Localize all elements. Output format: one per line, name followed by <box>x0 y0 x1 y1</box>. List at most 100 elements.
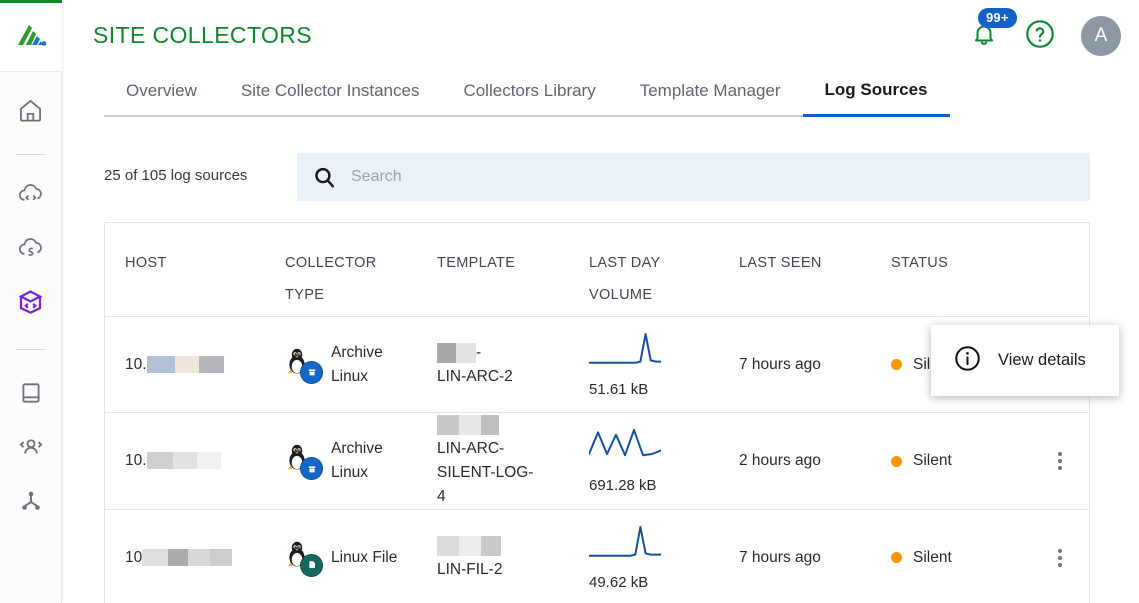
search-bar[interactable] <box>297 153 1090 201</box>
table-row[interactable]: 10. Archive Linux 1PL-LIN-ARC-SILENT-LOG-4… <box>105 413 1089 510</box>
table-row[interactable]: 10 Linux File PL-LIN-FIL-2 49.62 kB 7 hours … <box>105 510 1089 603</box>
status-badge-dot <box>891 455 902 467</box>
last-seen-value: 7 hours ago <box>739 355 821 373</box>
home-icon <box>17 97 44 129</box>
table-header-row: HOST COLLECTOR TYPE TEMPLATE LAST DAY VO… <box>105 223 1089 317</box>
sidebar-item-library[interactable] <box>0 368 62 422</box>
redacted-text <box>146 452 221 470</box>
kebab-menu-icon[interactable] <box>1052 446 1068 476</box>
cell-collector-type: Archive Linux <box>277 341 429 389</box>
collector-type-badge-icon <box>300 457 323 480</box>
linux-penguin-icon <box>285 346 323 384</box>
cell-host: 10. <box>105 353 277 377</box>
cell-last-seen: 7 hours ago <box>731 546 883 570</box>
cell-last-seen: 2 hours ago <box>731 449 883 473</box>
redacted-text <box>142 548 233 566</box>
help-circle-icon <box>1025 19 1055 54</box>
column-header-status[interactable]: STATUS <box>883 223 1031 279</box>
tab-log-sources[interactable]: Log Sources <box>802 80 950 117</box>
collector-type-label: Archive Linux <box>331 343 383 385</box>
kebab-menu-icon[interactable] <box>1052 543 1068 573</box>
cell-collector-type: Archive Linux <box>277 437 429 485</box>
collector-type-badge-icon <box>300 553 323 577</box>
host-value: 10. <box>125 452 147 469</box>
collector-type-badge-icon <box>300 360 323 384</box>
tab-bar: Overview Site Collector Instances Collec… <box>104 80 1090 117</box>
cell-actions <box>1031 446 1089 476</box>
column-header-last-seen[interactable]: LAST SEEN <box>731 223 883 279</box>
column-header-collector-type[interactable]: COLLECTOR TYPE <box>277 223 429 311</box>
rail-divider-1 <box>15 154 46 155</box>
status-badge-dot <box>891 552 902 563</box>
context-menu-item-view-details[interactable]: View details <box>998 351 1086 370</box>
user-code-icon <box>17 433 45 466</box>
linux-penguin-icon <box>285 442 323 480</box>
notification-badge: 99+ <box>978 8 1017 28</box>
redacted-text <box>437 342 476 363</box>
sitemap-icon <box>18 488 44 519</box>
cell-status: Silent <box>883 546 1031 570</box>
rail-accent-bar <box>0 0 62 3</box>
redacted-text <box>437 535 501 556</box>
last-seen-value: 2 hours ago <box>739 452 821 469</box>
redacted-text <box>437 415 499 435</box>
app-window: SITE COLLECTORS 99+ A Overview Site Coll… <box>0 0 1139 603</box>
tab-overview[interactable]: Overview <box>104 81 219 117</box>
volume-sparkline <box>588 525 662 569</box>
column-header-host[interactable]: HOST <box>105 223 277 279</box>
sidebar-item-home[interactable] <box>0 86 62 140</box>
log-sources-table: HOST COLLECTOR TYPE TEMPLATE LAST DAY VO… <box>104 222 1090 603</box>
tab-label: Collectors Library <box>463 81 596 100</box>
tab-label: Log Sources <box>824 80 928 99</box>
log-source-count: 25 of 105 log sources <box>104 167 248 184</box>
header-actions: 99+ A <box>969 8 1121 56</box>
status-badge-dot <box>891 359 902 370</box>
linux-penguin-icon <box>285 539 323 577</box>
help-button[interactable] <box>1025 19 1055 54</box>
cell-template: 1PL-LIN-ARC-SILENT-LOG-4 <box>429 413 581 509</box>
column-header-actions <box>1031 223 1089 247</box>
host-value: 10. <box>125 355 147 373</box>
last-seen-value: 7 hours ago <box>739 548 821 566</box>
sidebar-item-topology[interactable] <box>0 476 62 530</box>
volume-label: 49.62 kB <box>589 573 649 591</box>
cell-actions <box>1031 543 1089 573</box>
book-icon <box>18 380 44 411</box>
cell-template: PL-LIN-FIL-2 <box>429 534 581 582</box>
column-header-last-day-volume[interactable]: LAST DAY VOLUME <box>581 223 731 311</box>
volume-sparkline <box>588 429 662 472</box>
cell-last-day-volume: 49.62 kB <box>581 525 731 591</box>
cloud-code-icon <box>17 180 45 213</box>
collector-type-label: Archive Linux <box>331 440 383 481</box>
cell-host: 10. <box>105 449 277 473</box>
column-header-template[interactable]: TEMPLATE <box>429 223 581 279</box>
cell-last-seen: 7 hours ago <box>731 353 883 377</box>
tab-template-manager[interactable]: Template Manager <box>617 81 803 117</box>
cell-template: ˝MPL-LIN-ARC-2 <box>429 341 581 389</box>
cell-host: 10 <box>105 546 277 570</box>
sidebar-item-users[interactable] <box>0 422 62 476</box>
sidebar-item-cloud-code[interactable] <box>0 169 62 223</box>
status-label: Silent <box>913 548 952 566</box>
notifications-button[interactable]: 99+ <box>969 8 1017 56</box>
tab-site-collector-instances[interactable]: Site Collector Instances <box>218 81 442 117</box>
page-title: SITE COLLECTORS <box>93 22 313 48</box>
context-menu: View details <box>931 325 1119 396</box>
cloud-s-icon <box>17 234 45 267</box>
volume-sparkline <box>588 332 662 376</box>
search-input[interactable] <box>349 167 1049 187</box>
tab-label: Overview <box>126 81 197 100</box>
rail-divider-2 <box>15 349 46 350</box>
avatar[interactable]: A <box>1081 16 1121 56</box>
volume-label: 51.61 kB <box>589 380 649 398</box>
cell-status: Silent <box>883 449 1031 473</box>
brand-logo[interactable] <box>0 0 62 72</box>
search-icon <box>311 164 337 190</box>
cell-collector-type: Linux File <box>277 539 429 577</box>
volume-label: 691.28 kB <box>589 477 657 494</box>
tab-collectors-library[interactable]: Collectors Library <box>441 81 618 117</box>
redacted-text <box>146 355 224 373</box>
sidebar-item-cloud-s[interactable] <box>0 223 62 277</box>
cell-last-day-volume: 691.28 kB <box>581 428 731 494</box>
sidebar-item-site-collectors[interactable] <box>0 277 62 331</box>
